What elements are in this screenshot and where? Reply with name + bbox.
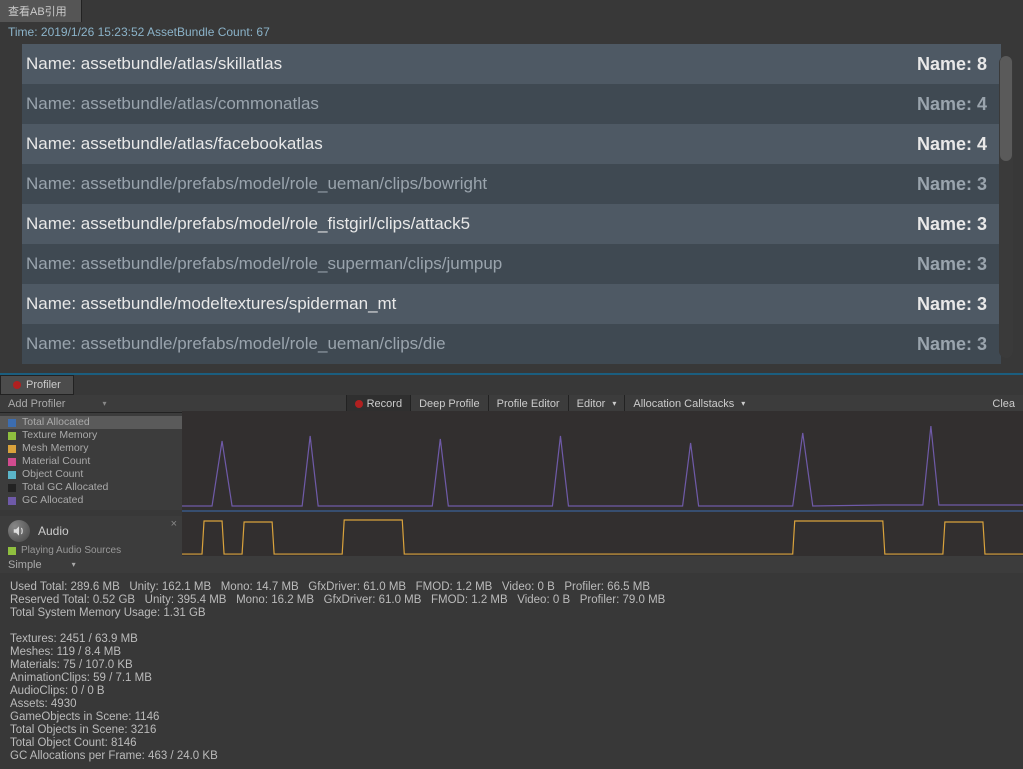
bundle-list: Name: assetbundle/atlas/skillatlas Name: … xyxy=(0,44,1023,364)
chevron-down-icon: ▾ xyxy=(102,399,106,408)
clear-button[interactable]: Clea xyxy=(984,395,1023,412)
stats-line: Reserved Total: 0.52 GB Unity: 395.4 MB … xyxy=(10,594,1013,607)
bundle-name: Name: assetbundle/atlas/facebookatlas xyxy=(26,134,323,154)
legend-label: Material Count xyxy=(22,455,90,468)
bundle-row[interactable]: Name: assetbundle/prefabs/model/role_uem… xyxy=(22,164,1001,204)
speaker-icon xyxy=(8,520,30,542)
memory-legend: Total AllocatedTexture MemoryMesh Memory… xyxy=(0,413,182,510)
stats-line: GameObjects in Scene: 1146 xyxy=(10,711,1013,724)
bundle-count: Name: 3 xyxy=(917,174,987,195)
allocation-callstacks-dropdown[interactable]: Allocation Callstacks ▾ xyxy=(624,395,753,412)
tab-profiler[interactable]: Profiler xyxy=(0,375,74,395)
stats-line: Textures: 2451 / 63.9 MB xyxy=(10,633,1013,646)
bundle-row[interactable]: Name: assetbundle/atlas/commonatlas Name:… xyxy=(22,84,1001,124)
bundle-count: Name: 4 xyxy=(917,94,987,115)
deep-profile-button[interactable]: Deep Profile xyxy=(410,395,488,412)
profiler-panel: Profiler Add Profiler ▾ Record Deep Prof… xyxy=(0,373,1023,769)
memory-stats: Used Total: 289.6 MB Unity: 162.1 MB Mon… xyxy=(0,575,1023,769)
legend-item[interactable]: Material Count xyxy=(0,455,182,468)
tab-ab-reference[interactable]: 查看AB引用 xyxy=(0,0,82,22)
stats-line: Meshes: 119 / 8.4 MB xyxy=(10,646,1013,659)
bundle-count: Name: 3 xyxy=(917,294,987,315)
tab-row: 查看AB引用 xyxy=(0,0,1023,22)
alloc-callstacks-label: Allocation Callstacks xyxy=(633,398,734,410)
editor-dropdown[interactable]: Editor ▾ xyxy=(568,395,625,412)
chevron-down-icon: ▾ xyxy=(72,560,76,569)
scroll-thumb[interactable] xyxy=(1000,56,1012,161)
bundle-name: Name: assetbundle/atlas/commonatlas xyxy=(26,94,319,114)
chevron-down-icon: ▾ xyxy=(612,399,616,408)
ab-reference-panel: 查看AB引用 Time: 2019/1/26 15:23:52 AssetBun… xyxy=(0,0,1023,364)
audio-graph[interactable] xyxy=(182,516,1023,556)
legend-item[interactable]: Texture Memory xyxy=(0,429,182,442)
add-profiler-label: Add Profiler xyxy=(8,398,65,410)
legend-label: Total Allocated xyxy=(22,416,90,429)
legend-label: Object Count xyxy=(22,468,83,481)
stats-line: Assets: 4930 xyxy=(10,698,1013,711)
bundle-count: Name: 3 xyxy=(917,254,987,275)
bundle-row[interactable]: Name: assetbundle/prefabs/model/role_uem… xyxy=(22,324,1001,364)
simple-label: Simple xyxy=(8,559,42,571)
audio-label: Audio xyxy=(38,524,69,538)
stats-line: GC Allocations per Frame: 463 / 24.0 KB xyxy=(10,750,1013,763)
bundle-row[interactable]: Name: assetbundle/modeltextures/spiderma… xyxy=(22,284,1001,324)
close-icon[interactable]: × xyxy=(171,518,177,530)
timestamp-label: Time: 2019/1/26 15:23:52 AssetBundle Cou… xyxy=(0,22,1023,44)
legend-label: GC Allocated xyxy=(22,494,83,507)
simple-dropdown[interactable]: Simple ▾ xyxy=(0,556,1023,573)
stats-line: AudioClips: 0 / 0 B xyxy=(10,685,1013,698)
bundle-row[interactable]: Name: assetbundle/prefabs/model/role_fis… xyxy=(22,204,1001,244)
stats-line: Total Object Count: 8146 xyxy=(10,737,1013,750)
stats-line: Used Total: 289.6 MB Unity: 162.1 MB Mon… xyxy=(10,581,1013,594)
legend-item[interactable]: Total GC Allocated xyxy=(0,481,182,494)
legend-item[interactable]: Total Allocated xyxy=(0,416,182,429)
tab-profiler-label: Profiler xyxy=(26,379,61,391)
scrollbar[interactable] xyxy=(999,56,1013,358)
record-dot-icon xyxy=(13,381,21,389)
bundle-name: Name: assetbundle/prefabs/model/role_uem… xyxy=(26,334,446,354)
profile-editor-button[interactable]: Profile Editor xyxy=(488,395,568,412)
bundle-name: Name: assetbundle/prefabs/model/role_uem… xyxy=(26,174,487,194)
bundle-count: Name: 3 xyxy=(917,334,987,355)
legend-item[interactable]: Object Count xyxy=(0,468,182,481)
profiler-tab-row: Profiler xyxy=(0,375,1023,395)
stats-line: Total Objects in Scene: 3216 xyxy=(10,724,1013,737)
bundle-count: Name: 3 xyxy=(917,214,987,235)
legend-label: Texture Memory xyxy=(22,429,97,442)
record-button[interactable]: Record xyxy=(346,395,410,412)
record-label: Record xyxy=(367,398,402,410)
editor-label: Editor xyxy=(577,398,606,410)
bundle-name: Name: assetbundle/prefabs/model/role_fis… xyxy=(26,214,470,234)
add-profiler-dropdown[interactable]: Add Profiler ▾ xyxy=(0,398,115,410)
bundle-row[interactable]: Name: assetbundle/atlas/skillatlas Name: … xyxy=(22,44,1001,84)
legend-item[interactable]: Mesh Memory xyxy=(0,442,182,455)
bundle-name: Name: assetbundle/atlas/skillatlas xyxy=(26,54,282,74)
bundle-row[interactable]: Name: assetbundle/atlas/facebookatlas Nam… xyxy=(22,124,1001,164)
legend-label: Total GC Allocated xyxy=(22,481,108,494)
audio-block: × Audio Playing Audio Sources xyxy=(0,516,182,560)
bundle-name: Name: assetbundle/modeltextures/spiderma… xyxy=(26,294,396,314)
bundle-name: Name: assetbundle/prefabs/model/role_sup… xyxy=(26,254,502,274)
legend-item[interactable]: GC Allocated xyxy=(0,494,182,507)
bundle-count: Name: 8 xyxy=(917,54,987,75)
chevron-down-icon: ▾ xyxy=(741,399,745,408)
stats-line: AnimationClips: 59 / 7.1 MB xyxy=(10,672,1013,685)
memory-graph[interactable] xyxy=(182,411,1023,516)
bundle-count: Name: 4 xyxy=(917,134,987,155)
stats-line xyxy=(10,620,1013,633)
audio-sub-label: Playing Audio Sources xyxy=(21,545,121,556)
record-icon xyxy=(355,400,363,408)
legend-label: Mesh Memory xyxy=(22,442,89,455)
stats-line: Materials: 75 / 107.0 KB xyxy=(10,659,1013,672)
stats-line: Total System Memory Usage: 1.31 GB xyxy=(10,607,1013,620)
bundle-row[interactable]: Name: assetbundle/prefabs/model/role_sup… xyxy=(22,244,1001,284)
